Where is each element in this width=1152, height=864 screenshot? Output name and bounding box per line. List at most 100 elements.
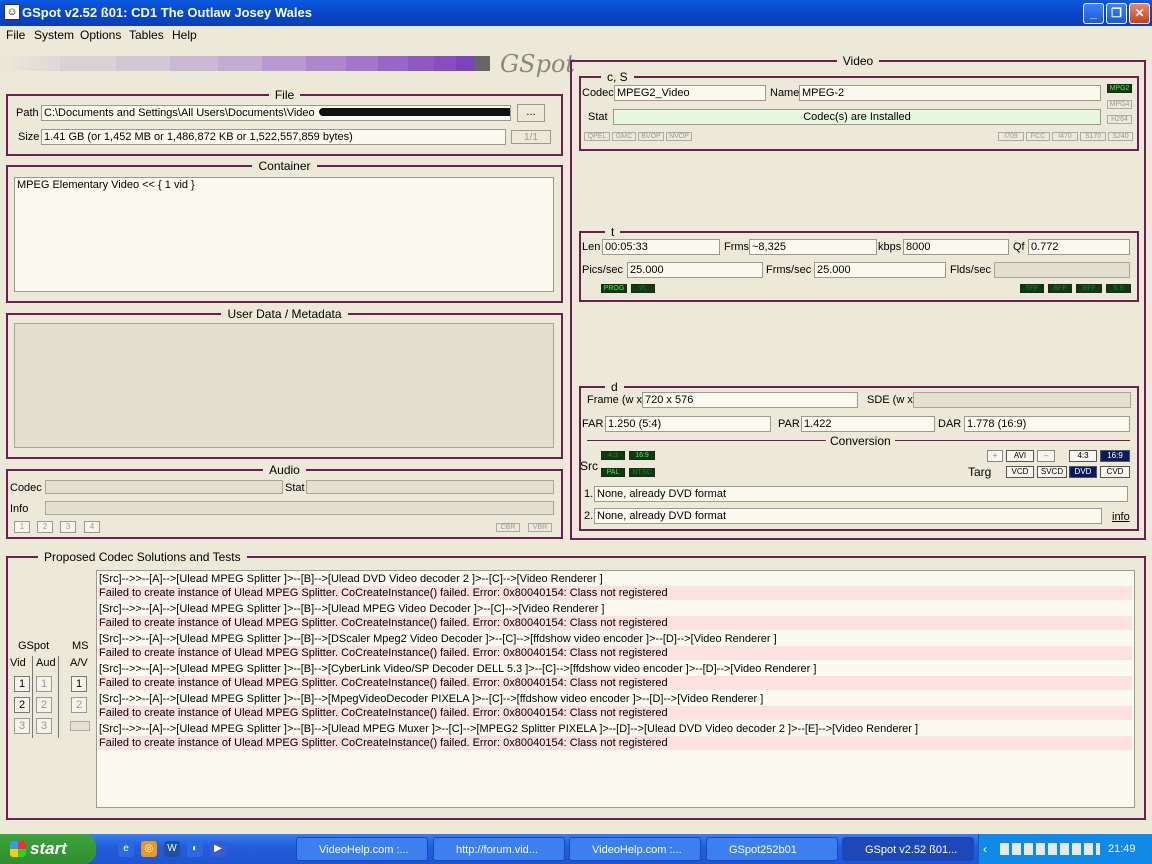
targ-svcd-button[interactable]: SVCD [1037,466,1067,478]
maximize-button[interactable]: ❐ [1106,3,1127,24]
video-codec-field[interactable]: MPEG2_Video [614,85,766,101]
list-item[interactable]: Failed to create instance of Ulead MPEG … [98,706,1132,720]
menu-help[interactable]: Help [172,28,197,42]
taskbar-item[interactable]: GSpot252b01 [706,837,838,861]
vid-3-button[interactable]: 3 [14,718,30,734]
menu-tables[interactable]: Tables [129,28,164,42]
list-item[interactable]: Failed to create instance of Ulead MPEG … [98,676,1132,690]
audio-stream-4-button[interactable]: 4 [84,521,100,533]
close-toolbar-icon[interactable] [474,56,490,71]
targ-vcd-button[interactable]: VCD [1006,466,1034,478]
firefox-icon[interactable]: ◎ [141,841,157,857]
src-4-3-indicator: 4:3 [601,451,625,460]
aud-1-button[interactable]: 1 [36,676,52,692]
app-icon[interactable]: ☺ [4,4,20,20]
targ-plus-button[interactable]: + [987,450,1003,462]
audio-info-field[interactable] [45,501,554,515]
list-item[interactable]: Failed to create instance of Ulead MPEG … [98,616,1132,630]
targ-minus-button[interactable]: – [1037,450,1055,462]
flds-sec-field[interactable] [994,262,1130,278]
toolbar-segment[interactable] [346,56,378,71]
video-name-label: Name [770,87,800,99]
vid-1-button[interactable]: 1 [14,676,30,692]
toolbar-segment[interactable] [170,56,218,71]
qf-field[interactable]: 0.772 [1028,239,1130,255]
userdata-textarea[interactable] [14,323,554,448]
video-stat-field[interactable]: Codec(s) are Installed [613,109,1101,125]
browse-button[interactable]: ... [517,104,545,122]
list-item[interactable]: [Src]-->>--[A]-->[Ulead MPEG Splitter ]>… [98,632,1132,646]
pics-sec-field[interactable]: 25.000 [627,262,763,278]
sde-field[interactable] [913,392,1131,408]
word-icon[interactable]: W [164,841,180,857]
toolbar-segment[interactable] [408,56,434,71]
targ-16-9-button[interactable]: 16:9 [1100,450,1130,462]
list-item[interactable]: Failed to create instance of Ulead MPEG … [98,586,1132,600]
taskbar-item-active[interactable]: GSpot v2.52 ß01... [842,837,974,861]
far-field[interactable]: 1.250 (5:4) [605,416,771,432]
targ-dvd-button[interactable]: DVD [1069,466,1097,478]
video-name-field[interactable]: MPEG-2 [799,85,1101,101]
targ-avi-button[interactable]: AVI [1006,450,1034,462]
tray-icons[interactable] [1000,843,1100,855]
ss-indicator: S S [1106,284,1131,293]
toolbar-segment[interactable] [0,56,60,71]
menu-system[interactable]: System [34,28,74,42]
aud-3-button[interactable]: 3 [36,718,52,734]
conversion-line-2[interactable]: None, already DVD format [594,508,1102,524]
list-item[interactable]: [Src]-->>--[A]-->[Ulead MPEG Splitter ]>… [98,602,1132,616]
audio-stream-1-button[interactable]: 1 [14,521,30,533]
vid-2-button[interactable]: 2 [14,697,30,713]
conversion-line-1[interactable]: None, already DVD format [594,486,1128,502]
list-item[interactable]: [Src]-->>--[A]-->[Ulead MPEG Splitter ]>… [98,572,1132,586]
menu-file[interactable]: File [6,28,25,42]
audio-codec-field[interactable] [45,480,283,494]
browser-icon[interactable]: ◐ [187,841,203,857]
frame-field[interactable]: 720 x 576 [642,392,858,408]
list-item[interactable]: [Src]-->>--[A]-->[Ulead MPEG Splitter ]>… [98,662,1132,676]
minimize-button[interactable]: _ [1083,3,1104,24]
toolbar-segment[interactable] [262,56,306,71]
par-field[interactable]: 1.422 [801,416,935,432]
toolbar-segment[interactable] [306,56,346,71]
dar-label: DAR [938,418,962,430]
path-value: C:\Documents and Settings\All Users\Docu… [44,107,315,119]
kbps-field[interactable]: 8000 [903,239,1009,255]
toolbar-segment[interactable] [456,56,474,71]
av-1-button[interactable]: 1 [71,676,87,692]
audio-stat-field[interactable] [306,480,554,494]
container-textarea[interactable]: MPEG Elementary Video << { 1 vid } [14,177,554,292]
close-button[interactable]: ✕ [1129,3,1150,24]
frms-field[interactable]: ~8,325 [749,239,877,255]
av-2-button[interactable]: 2 [71,697,87,713]
info-link[interactable]: info [1112,511,1130,523]
toolbar-segment[interactable] [378,56,408,71]
path-field[interactable]: C:\Documents and Settings\All Users\Docu… [41,105,511,121]
taskbar-item[interactable]: http://forum.vid... [433,837,565,861]
aud-2-button[interactable]: 2 [36,697,52,713]
tray-expand-icon[interactable]: ‹ [983,842,987,856]
toolbar-segment[interactable] [434,56,456,71]
av-3-placeholder [70,721,90,731]
targ-cvd-button[interactable]: CVD [1100,466,1130,478]
audio-stream-2-button[interactable]: 2 [37,521,53,533]
frms-sec-field[interactable]: 25.000 [814,262,946,278]
list-item[interactable]: Failed to create instance of Ulead MPEG … [98,646,1132,660]
len-field[interactable]: 00:05:33 [602,239,720,255]
internet-explorer-icon[interactable]: e [118,841,134,857]
taskbar-item[interactable]: VideoHelp.com :... [569,837,701,861]
menu-options[interactable]: Options [80,28,121,42]
list-item[interactable]: [Src]-->>--[A]-->[Ulead MPEG Splitter ]>… [98,722,1132,736]
audio-stream-3-button[interactable]: 3 [60,521,76,533]
list-item[interactable]: [Src]-->>--[A]-->[Ulead MPEG Splitter ]>… [98,692,1132,706]
size-field[interactable]: 1.41 GB (or 1,452 MB or 1,486,872 KB or … [41,129,506,145]
taskbar-item[interactable]: VideoHelp.com :... [296,837,428,861]
far-label: FAR [582,418,604,430]
toolbar-segment[interactable] [218,56,262,71]
list-item[interactable]: Failed to create instance of Ulead MPEG … [98,736,1132,750]
dar-field[interactable]: 1.778 (16:9) [964,416,1130,432]
targ-4-3-button[interactable]: 4:3 [1069,450,1097,462]
media-player-icon[interactable]: ▶ [210,841,226,857]
toolbar-segment[interactable] [60,56,116,71]
toolbar-segment[interactable] [116,56,170,71]
